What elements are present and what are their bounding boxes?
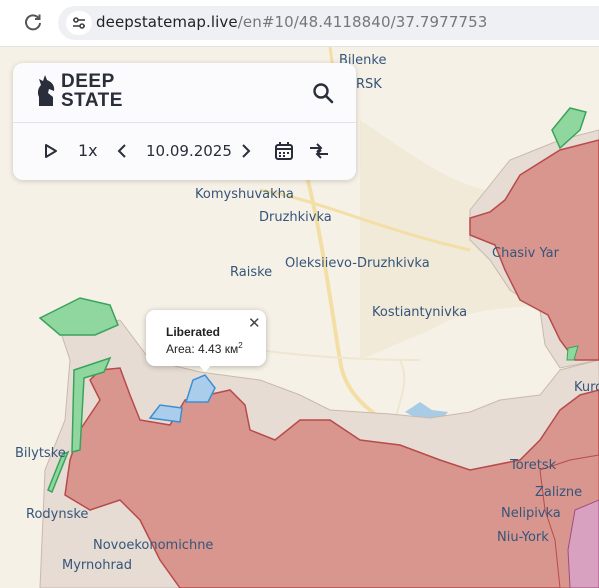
place-label: Chasiv Yar (492, 246, 559, 261)
close-icon[interactable]: ✕ (248, 314, 261, 332)
place-label: Rodynske (26, 507, 89, 522)
popup-area-sup: 2 (238, 341, 243, 350)
place-label: Kostiantynivka (372, 305, 468, 320)
url-host: deepstatemap.live (96, 13, 238, 31)
calendar-icon[interactable] (273, 139, 295, 163)
place-label: Zalizne (535, 485, 583, 500)
place-label: Oleksiievo-Druzhkivka (285, 256, 430, 271)
logo-line2: STATE (61, 90, 123, 111)
logo-line1: DEEP (61, 71, 115, 92)
place-label: Novoekonomichne (93, 538, 214, 553)
place-label: Kuro (574, 380, 599, 395)
place-label: Druzhkivka (259, 210, 332, 225)
logo-text: DEEP STATE (61, 72, 123, 110)
place-label: Myrnohrad (62, 558, 133, 573)
knight-logo-icon (35, 73, 57, 112)
popup-area: Area: 4.43 км2 (166, 341, 243, 356)
url-path: /en#10/48.4118840/37.7977753 (237, 13, 488, 31)
compare-arrows-icon[interactable] (307, 139, 331, 163)
control-panel: DEEP STATE 1x 10.09.2025 (13, 63, 356, 180)
chevron-left-icon[interactable] (114, 139, 130, 163)
play-icon[interactable] (41, 139, 61, 163)
place-label: Toretsk (510, 458, 557, 473)
url-text[interactable]: deepstatemap.live/en#10/48.4118840/37.79… (96, 13, 487, 31)
place-label: Bilytske (15, 446, 66, 461)
browser-toolbar: deepstatemap.live/en#10/48.4118840/37.79… (0, 0, 599, 47)
place-label: Nelipivka (501, 506, 561, 521)
place-label: Niu-York (497, 530, 549, 545)
popup-title: Liberated (166, 325, 221, 339)
popup-pointer (197, 363, 213, 372)
popup-area-label: Area: 4.43 км (166, 342, 239, 356)
reload-icon[interactable] (22, 12, 44, 34)
place-label: Raiske (230, 265, 273, 280)
site-settings-icon[interactable] (66, 11, 92, 35)
place-label: RSK (356, 77, 382, 92)
date-display[interactable]: 10.09.2025 (146, 139, 232, 163)
chevron-right-icon[interactable] (238, 139, 254, 163)
place-label: Komyshuvakha (195, 187, 294, 202)
search-icon[interactable] (311, 81, 335, 105)
speed-button[interactable]: 1x (78, 139, 106, 163)
panel-divider (13, 122, 356, 123)
area-popup: Liberated Area: 4.43 км2 ✕ (146, 310, 266, 366)
